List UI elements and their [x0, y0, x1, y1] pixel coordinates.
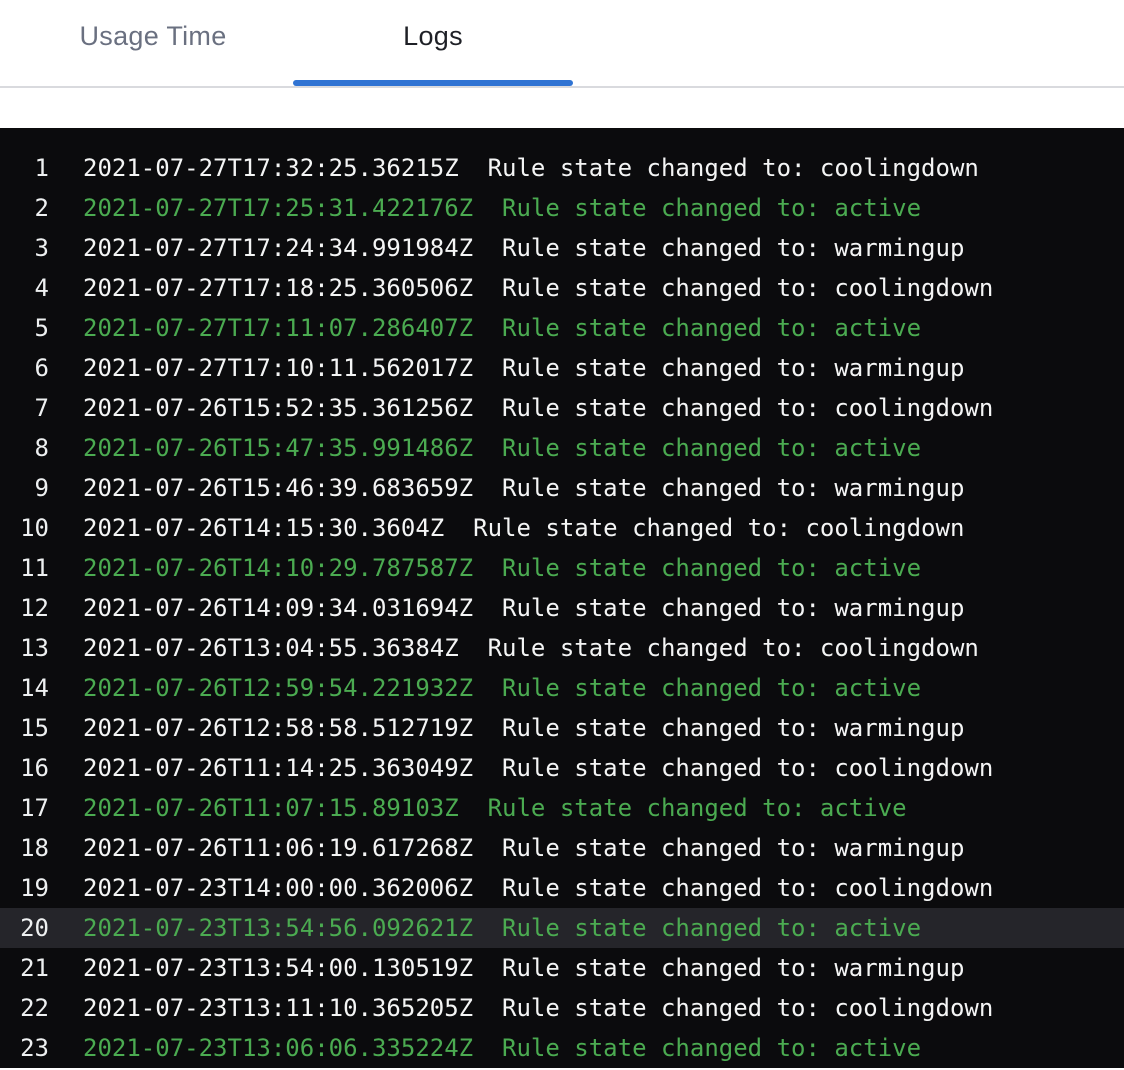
log-text: 2021-07-27T17:32:25.36215Z Rule state ch… [83, 154, 979, 182]
log-text: 2021-07-23T13:11:10.365205Z Rule state c… [83, 994, 993, 1022]
log-line[interactable]: 8 2021-07-26T15:47:35.991486Z Rule state … [0, 428, 1124, 468]
line-number: 4 [0, 274, 49, 302]
log-line[interactable]: 2 2021-07-27T17:25:31.422176Z Rule state … [0, 188, 1124, 228]
log-text: 2021-07-23T13:54:56.092621Z Rule state c… [83, 914, 921, 942]
line-number: 14 [0, 674, 49, 702]
tabbar-content-gap [0, 88, 1124, 128]
log-line[interactable]: 11 2021-07-26T14:10:29.787587Z Rule state… [0, 548, 1124, 588]
log-line[interactable]: 9 2021-07-26T15:46:39.683659Z Rule state … [0, 468, 1124, 508]
log-line[interactable]: 10 2021-07-26T14:15:30.3604Z Rule state c… [0, 508, 1124, 548]
log-text: 2021-07-26T14:10:29.787587Z Rule state c… [83, 554, 921, 582]
active-tab-indicator [293, 80, 573, 86]
log-text: 2021-07-26T15:46:39.683659Z Rule state c… [83, 474, 964, 502]
line-number: 1 [0, 154, 49, 182]
log-text: 2021-07-26T15:47:35.991486Z Rule state c… [83, 434, 921, 462]
line-number: 8 [0, 434, 49, 462]
line-number: 5 [0, 314, 49, 342]
log-line[interactable]: 12 2021-07-26T14:09:34.031694Z Rule state… [0, 588, 1124, 628]
line-number: 13 [0, 634, 49, 662]
log-viewer: 1 2021-07-27T17:32:25.36215Z Rule state c… [0, 128, 1124, 1068]
log-line[interactable]: 16 2021-07-26T11:14:25.363049Z Rule state… [0, 748, 1124, 788]
log-line[interactable]: 6 2021-07-27T17:10:11.562017Z Rule state … [0, 348, 1124, 388]
tab-logs-label: Logs [403, 21, 463, 66]
log-line[interactable]: 20 2021-07-23T13:54:56.092621Z Rule state… [0, 908, 1124, 948]
line-number: 16 [0, 754, 49, 782]
log-text: 2021-07-26T14:15:30.3604Z Rule state cha… [83, 514, 964, 542]
log-line[interactable]: 3 2021-07-27T17:24:34.991984Z Rule state … [0, 228, 1124, 268]
log-text: 2021-07-27T17:25:31.422176Z Rule state c… [83, 194, 921, 222]
log-line[interactable]: 13 2021-07-26T13:04:55.36384Z Rule state … [0, 628, 1124, 668]
line-number: 6 [0, 354, 49, 382]
line-number: 10 [0, 514, 49, 542]
line-number: 3 [0, 234, 49, 262]
log-text: 2021-07-23T14:00:00.362006Z Rule state c… [83, 874, 993, 902]
line-number: 22 [0, 994, 49, 1022]
log-text: 2021-07-27T17:11:07.286407Z Rule state c… [83, 314, 921, 342]
line-number: 20 [0, 914, 49, 942]
line-number: 15 [0, 714, 49, 742]
tab-usage-time[interactable]: Usage Time [13, 0, 293, 86]
log-text: 2021-07-23T13:54:00.130519Z Rule state c… [83, 954, 964, 982]
log-line[interactable]: 19 2021-07-23T14:00:00.362006Z Rule state… [0, 868, 1124, 908]
line-number: 17 [0, 794, 49, 822]
line-number: 12 [0, 594, 49, 622]
log-line[interactable]: 17 2021-07-26T11:07:15.89103Z Rule state … [0, 788, 1124, 828]
log-text: 2021-07-26T11:14:25.363049Z Rule state c… [83, 754, 993, 782]
line-number: 21 [0, 954, 49, 982]
log-text: 2021-07-26T15:52:35.361256Z Rule state c… [83, 394, 993, 422]
tab-logs[interactable]: Logs [293, 0, 573, 86]
log-line[interactable]: 18 2021-07-26T11:06:19.617268Z Rule state… [0, 828, 1124, 868]
line-number: 2 [0, 194, 49, 222]
log-text: 2021-07-27T17:18:25.360506Z Rule state c… [83, 274, 993, 302]
line-number: 9 [0, 474, 49, 502]
log-text: 2021-07-23T13:06:06.335224Z Rule state c… [83, 1034, 921, 1062]
log-line[interactable]: 22 2021-07-23T13:11:10.365205Z Rule state… [0, 988, 1124, 1028]
line-number: 7 [0, 394, 49, 422]
log-text: 2021-07-27T17:10:11.562017Z Rule state c… [83, 354, 964, 382]
log-text: 2021-07-26T13:04:55.36384Z Rule state ch… [83, 634, 979, 662]
log-text: 2021-07-26T11:06:19.617268Z Rule state c… [83, 834, 964, 862]
log-text: 2021-07-26T12:59:54.221932Z Rule state c… [83, 674, 921, 702]
log-line[interactable]: 7 2021-07-26T15:52:35.361256Z Rule state … [0, 388, 1124, 428]
log-text: 2021-07-26T14:09:34.031694Z Rule state c… [83, 594, 964, 622]
log-line[interactable]: 14 2021-07-26T12:59:54.221932Z Rule state… [0, 668, 1124, 708]
log-line[interactable]: 1 2021-07-27T17:32:25.36215Z Rule state c… [0, 148, 1124, 188]
log-text: 2021-07-26T12:58:58.512719Z Rule state c… [83, 714, 964, 742]
log-line[interactable]: 15 2021-07-26T12:58:58.512719Z Rule state… [0, 708, 1124, 748]
log-text: 2021-07-27T17:24:34.991984Z Rule state c… [83, 234, 964, 262]
line-number: 23 [0, 1034, 49, 1062]
log-line[interactable]: 4 2021-07-27T17:18:25.360506Z Rule state … [0, 268, 1124, 308]
log-text: 2021-07-26T11:07:15.89103Z Rule state ch… [83, 794, 907, 822]
line-number: 11 [0, 554, 49, 582]
tab-usage-time-label: Usage Time [79, 21, 226, 66]
log-line[interactable]: 23 2021-07-23T13:06:06.335224Z Rule state… [0, 1028, 1124, 1068]
log-line[interactable]: 21 2021-07-23T13:54:00.130519Z Rule state… [0, 948, 1124, 988]
tab-bar: Usage Time Logs [0, 0, 1124, 88]
line-number: 18 [0, 834, 49, 862]
log-line[interactable]: 5 2021-07-27T17:11:07.286407Z Rule state … [0, 308, 1124, 348]
line-number: 19 [0, 874, 49, 902]
